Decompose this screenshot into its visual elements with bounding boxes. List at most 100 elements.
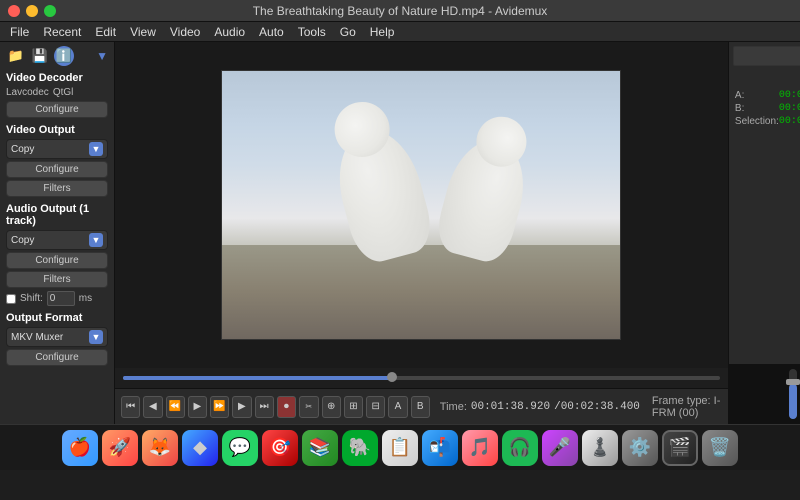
audio-output-dropdown[interactable]: Copy ▼ (6, 230, 108, 250)
output-format-title: Output Format (6, 312, 108, 324)
fast-forward-button[interactable]: ⏩ (210, 396, 229, 418)
output-format-arrow[interactable]: ▼ (89, 330, 103, 344)
save-icon[interactable]: 💾 (30, 46, 50, 66)
play-button[interactable]: ▶ (188, 396, 207, 418)
menu-view[interactable]: View (124, 24, 162, 40)
audio-output-select-row: Copy ▼ (6, 230, 108, 250)
window-controls[interactable] (8, 5, 56, 17)
menu-auto[interactable]: Auto (253, 24, 290, 40)
dock-firefox[interactable]: 🦊 (142, 430, 178, 466)
selection-label: Selection: (735, 116, 779, 127)
right-bottom (729, 364, 800, 424)
paste-button[interactable]: ⊞ (344, 396, 363, 418)
menu-help[interactable]: Help (364, 24, 401, 40)
prev-frame-button[interactable]: ◀ (143, 396, 162, 418)
video-decoder-configure-button[interactable]: Configure (6, 101, 108, 118)
bear-head-left (328, 95, 395, 162)
window-title: The Breathtaking Beauty of Nature HD.mp4… (253, 4, 548, 18)
dock: 🍎 🚀 🦊 ◆ 💬 🎯 📚 🐘 📋 📬 🎵 🎧 🎤 ♟️ ⚙️ 🎬 🗑️ (0, 424, 800, 470)
volume-handle[interactable] (786, 379, 800, 385)
total-time: /00:02:38.400 (554, 401, 640, 413)
cut-button[interactable]: ✂ (299, 396, 319, 418)
video-decoder-title: Video Decoder (6, 72, 108, 84)
menu-bar: File Recent Edit View Video Audio Auto T… (0, 22, 800, 42)
menu-recent[interactable]: Recent (37, 24, 87, 40)
maximize-button[interactable] (44, 5, 56, 17)
dock-avidemux[interactable]: 🎬 (662, 430, 698, 466)
next-frame-button[interactable]: ▶ (232, 396, 251, 418)
app-body: 📁 💾 ℹ️ ▼ Video Decoder Lavcodec QtGl Con… (0, 42, 800, 424)
dock-trash[interactable]: 🗑️ (702, 430, 738, 466)
menu-file[interactable]: File (4, 24, 35, 40)
copy-button[interactable]: ⊕ (322, 396, 341, 418)
bear-head-right (471, 111, 532, 172)
info-icon[interactable]: ℹ️ (54, 46, 74, 66)
video-grass (222, 245, 620, 339)
selection-row: Selection: 00:02:38.400 (733, 116, 800, 127)
volume-fill (789, 384, 797, 419)
shift-value-input[interactable] (47, 291, 75, 306)
shift-checkbox[interactable] (6, 294, 16, 304)
dock-mail[interactable]: 📬 (422, 430, 458, 466)
menu-tools[interactable]: Tools (292, 24, 332, 40)
dock-tasks[interactable]: 🎯 (262, 430, 298, 466)
ab2-button[interactable]: B (411, 396, 430, 418)
dock-system-prefs[interactable]: ⚙️ (622, 430, 658, 466)
audio-output-arrow[interactable]: ▼ (89, 233, 103, 247)
dock-notes[interactable]: 📚 (302, 430, 338, 466)
dock-music[interactable]: 🎵 (462, 430, 498, 466)
main-content: ⏮ ◀ ⏪ ▶ ⏩ ▶ ⏭ ⏺ ✂ ⊕ ⊞ ⊟ A B Time: 00:01:… (115, 42, 728, 424)
video-output-arrow[interactable]: ▼ (89, 142, 103, 156)
dock-app1[interactable]: ◆ (182, 430, 218, 466)
video-output-dropdown[interactable]: Copy ▼ (6, 139, 108, 159)
dock-chess[interactable]: ♟️ (582, 430, 618, 466)
rewind-button[interactable]: ⏪ (166, 396, 185, 418)
dock-evernote[interactable]: 🐘 (342, 430, 378, 466)
audio-output-configure-button[interactable]: Configure (6, 252, 108, 269)
seek-bar[interactable] (123, 376, 720, 380)
menu-edit[interactable]: Edit (89, 24, 122, 40)
dock-whatsapp[interactable]: 💬 (222, 430, 258, 466)
title-bar: The Breathtaking Beauty of Nature HD.mp4… (0, 0, 800, 22)
record-button[interactable]: ⏺ (277, 396, 296, 418)
transport-bar: ⏮ ◀ ⏪ ▶ ⏩ ▶ ⏭ ⏺ ✂ ⊕ ⊞ ⊟ A B Time: 00:01:… (115, 388, 728, 424)
video-output-configure-button[interactable]: Configure (6, 161, 108, 178)
volume-slider[interactable] (789, 369, 797, 419)
delete-button[interactable]: ⊟ (366, 396, 385, 418)
a-value: 00:00:00.000 (779, 90, 800, 101)
a-label: A: (735, 90, 744, 101)
output-format-dropdown[interactable]: MKV Muxer ▼ (6, 327, 108, 347)
current-time: 00:01:38.920 (471, 401, 550, 413)
dock-finder[interactable]: 🍎 (62, 430, 98, 466)
ms-label: ms (79, 293, 92, 304)
menu-audio[interactable]: Audio (208, 24, 251, 40)
ab-button[interactable]: A (388, 396, 407, 418)
dock-spotify[interactable]: 🎧 (502, 430, 538, 466)
frame-type: Frame type: I-FRM (00) (652, 395, 722, 419)
right-top: ⚙ A: 00:00:00.000 B: 00:02:38.400 Select… (729, 42, 800, 364)
video-container (115, 42, 728, 368)
dock-launchpad[interactable]: 🚀 (102, 430, 138, 466)
menu-go[interactable]: Go (334, 24, 362, 40)
shift-label: Shift: (20, 293, 43, 304)
dock-podcasts[interactable]: 🎤 (542, 430, 578, 466)
audio-output-filters-button[interactable]: Filters (6, 271, 108, 288)
go-start-button[interactable]: ⏮ (121, 396, 140, 418)
open-icon[interactable]: 📁 (6, 46, 26, 66)
selection-value: 00:02:38.400 (779, 116, 800, 127)
sidebar: 📁 💾 ℹ️ ▼ Video Decoder Lavcodec QtGl Con… (0, 42, 115, 424)
seek-bar-fill (123, 376, 392, 380)
go-end-button[interactable]: ⏭ (255, 396, 274, 418)
output-format-value: MKV Muxer (11, 332, 63, 343)
dock-files[interactable]: 📋 (382, 430, 418, 466)
output-format-configure-button[interactable]: Configure (6, 349, 108, 366)
filter-icon[interactable]: ▼ (96, 49, 108, 63)
right-panel: ⚙ A: 00:00:00.000 B: 00:02:38.400 Select… (728, 42, 800, 424)
close-button[interactable] (8, 5, 20, 17)
minimize-button[interactable] (26, 5, 38, 17)
seek-handle[interactable] (387, 372, 397, 382)
video-output-filters-button[interactable]: Filters (6, 180, 108, 197)
b-value: 00:02:38.400 (779, 103, 800, 114)
menu-video[interactable]: Video (164, 24, 206, 40)
video-output-title: Video Output (6, 124, 108, 136)
